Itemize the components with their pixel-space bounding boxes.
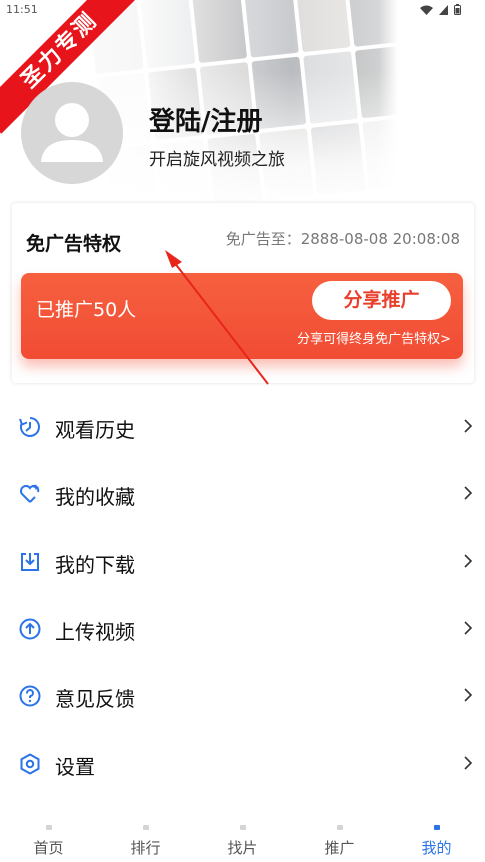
menu-item-favorites[interactable]: 我的收藏: [0, 464, 485, 524]
login-subtitle: 开启旋风视频之旅: [149, 150, 285, 170]
bottom-nav: 首页 排行 找片 推广 我的: [0, 818, 485, 862]
wifi-icon: [420, 5, 433, 15]
nav-label-mine: 我的: [421, 839, 452, 857]
status-icons: [420, 4, 461, 15]
adfree-card: 免广告特权 免广告至：2888-08-08 20:08:08 已推广50人 分享…: [12, 203, 474, 383]
nav-label-home: 首页: [33, 839, 64, 857]
upload-icon: [19, 618, 41, 640]
nav-label-promote: 推广: [324, 839, 355, 857]
nav-tab-mine[interactable]: 我的: [388, 818, 485, 862]
adfree-title: 免广告特权: [26, 233, 122, 255]
nav-tab-home[interactable]: 首页: [0, 818, 97, 862]
login-register-title[interactable]: 登陆/注册: [149, 101, 263, 138]
discover-icon: [239, 825, 246, 830]
menu-label-favorites: 我的收藏: [55, 485, 135, 509]
chevron-right-icon: [464, 756, 473, 770]
avatar[interactable]: [21, 82, 123, 184]
adfree-expire-date: 免广告至：2888-08-08 20:08:08: [225, 230, 460, 248]
battery-icon: [454, 4, 461, 15]
settings-icon: [20, 753, 40, 775]
menu-item-upload[interactable]: 上传视频: [0, 599, 485, 659]
promo-count: 已推广50人: [36, 299, 137, 321]
chevron-right-icon: [464, 621, 473, 635]
nav-tab-promote[interactable]: 推广: [291, 818, 388, 862]
signal-icon: [439, 4, 448, 15]
menu-label-upload: 上传视频: [55, 620, 135, 644]
menu-item-settings[interactable]: 设置: [0, 734, 485, 794]
menu-label-feedback: 意见反馈: [55, 687, 135, 711]
user-icon: [433, 825, 440, 830]
promote-icon: [336, 825, 343, 830]
download-icon: [21, 553, 39, 571]
chevron-right-icon: [464, 688, 473, 702]
nav-label-ranking: 排行: [130, 839, 161, 857]
nav-label-discover: 找片: [227, 839, 258, 857]
menu-label-history: 观看历史: [55, 418, 135, 442]
chevron-right-icon: [464, 486, 473, 500]
chevron-right-icon: [464, 419, 473, 433]
menu-label-settings: 设置: [55, 755, 95, 779]
nav-tab-ranking[interactable]: 排行: [97, 818, 194, 862]
history-icon: [19, 417, 40, 437]
share-promote-button[interactable]: 分享推广: [312, 281, 451, 320]
favorite-heart-icon: [20, 484, 40, 503]
chevron-right-icon: [464, 554, 473, 568]
menu-item-history[interactable]: 观看历史: [0, 397, 485, 457]
menu-label-downloads: 我的下载: [55, 553, 135, 577]
default-user-icon: [41, 103, 103, 162]
home-icon: [45, 825, 52, 830]
menu-item-downloads[interactable]: 我的下载: [0, 532, 485, 592]
menu-item-feedback[interactable]: 意见反馈: [0, 666, 485, 726]
ranking-icon: [142, 825, 149, 830]
nav-tab-discover[interactable]: 找片: [194, 818, 291, 862]
promo-note-link[interactable]: 分享可得终身免广告特权>: [297, 328, 451, 347]
feedback-question-icon: [19, 685, 41, 707]
promo-banner: 已推广50人 分享推广 分享可得终身免广告特权>: [21, 273, 463, 359]
